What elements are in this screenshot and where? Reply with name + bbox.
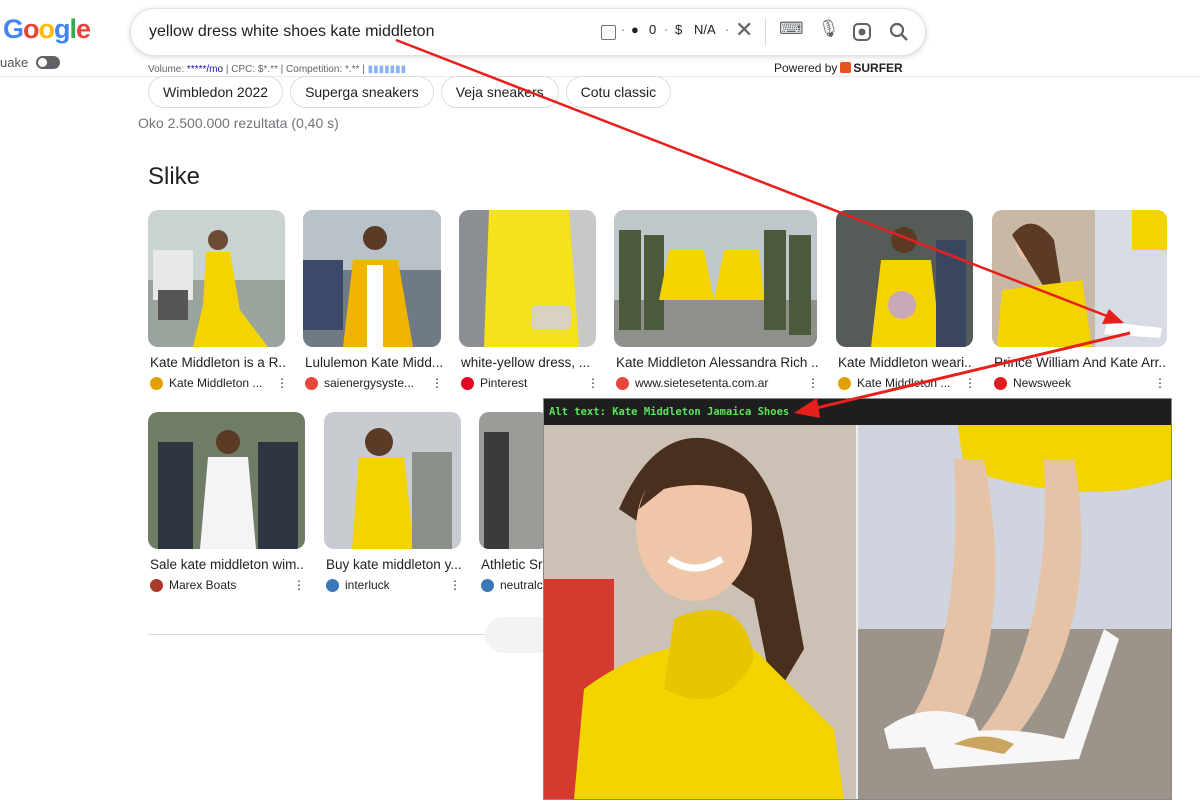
image-source[interactable]: Newsweek	[994, 376, 1071, 390]
volume-value: *****/mo	[186, 64, 224, 75]
image-thumbnail[interactable]	[324, 412, 461, 549]
more-options-icon[interactable]: ⋮	[276, 376, 288, 390]
powered-by: Powered by SURFER	[774, 61, 903, 75]
image-title[interactable]: Kate Middleton weari...	[838, 355, 973, 370]
surfer-brand: SURFER	[853, 61, 903, 75]
trend-bars-icon: ▮▮▮▮▮▮▮	[367, 64, 407, 75]
logo-letter: o	[38, 14, 55, 44]
image-title[interactable]: Lululemon Kate Midd...	[305, 355, 443, 370]
image-thumbnail[interactable]	[614, 210, 817, 347]
more-options-icon[interactable]: ⋮	[1154, 376, 1166, 390]
favicon-icon	[150, 376, 163, 390]
results-count: Oko 2.500.000 rezultata (0,40 s)	[138, 115, 339, 131]
dot-separator: ·	[664, 22, 669, 37]
more-options-icon[interactable]: ⋮	[431, 376, 443, 390]
image-title[interactable]: Kate Middleton is a R...	[150, 355, 285, 370]
image-title[interactable]: Buy kate middleton y...	[326, 557, 461, 572]
favicon-icon	[150, 578, 163, 592]
dot-separator: ·	[725, 22, 730, 37]
alt-text: Alt text: Kate Middleton Jamaica Shoes	[549, 406, 790, 418]
image-title[interactable]: Sale kate middleton wim...	[150, 557, 305, 572]
section-divider	[148, 634, 540, 635]
logo-letter: o	[23, 14, 39, 44]
chip-cotu[interactable]: Cotu classic	[565, 76, 672, 108]
alt-text-bar: Alt text: Kate Middleton Jamaica Shoes	[544, 399, 1171, 425]
image-source[interactable]: www.sietesetenta.com.ar	[616, 376, 768, 390]
logo-letter: g	[54, 14, 70, 44]
dot-separator: ·	[621, 22, 626, 37]
logo-letter: G	[3, 14, 24, 44]
price-value: N/A	[694, 22, 716, 37]
image-source[interactable]: Marex Boats	[150, 578, 236, 592]
search-input[interactable]: yellow dress white shoes kate middleton	[149, 23, 434, 41]
logo-letter: e	[76, 14, 91, 44]
image-source[interactable]: neutralc	[481, 578, 543, 592]
search-icon[interactable]	[889, 22, 909, 42]
google-logo[interactable]: Google	[3, 14, 91, 45]
zoomed-image	[544, 399, 1171, 799]
image-thumbnail[interactable]	[836, 210, 973, 347]
surfer-logo-icon	[840, 62, 852, 73]
source-label: interluck	[345, 578, 390, 592]
zoomed-image-overlay: Alt text: Kate Middleton Jamaica Shoes	[543, 398, 1172, 800]
image-source[interactable]: Pinterest	[461, 376, 527, 390]
image-title[interactable]: Prince William And Kate Arr...	[994, 355, 1167, 370]
more-options-icon[interactable]: ⋮	[293, 578, 305, 592]
coin-count: 0	[649, 22, 657, 37]
powered-label: Powered by	[774, 61, 838, 75]
more-options-icon[interactable]: ⋮	[807, 376, 819, 390]
more-options-icon[interactable]: ⋮	[964, 376, 976, 390]
source-label: saienergysyste...	[324, 376, 415, 390]
image-thumbnail[interactable]	[459, 210, 596, 347]
favicon-icon	[616, 376, 629, 390]
related-chips: Wimbledon 2022 Superga sneakers Veja sne…	[148, 76, 672, 108]
divider	[765, 18, 766, 46]
favicon-icon	[838, 376, 851, 390]
source-label: Pinterest	[480, 376, 528, 390]
favicon-icon	[994, 376, 1007, 390]
microphone-icon[interactable]: 🎙	[818, 19, 840, 39]
quake-label: uake	[0, 55, 29, 70]
favicon-icon	[461, 376, 474, 390]
image-title[interactable]: Kate Middleton Alessandra Rich ...	[616, 355, 819, 370]
image-thumbnail[interactable]	[303, 210, 441, 347]
chip-wimbledon[interactable]: Wimbledon 2022	[148, 76, 284, 108]
source-label: neutralc	[500, 578, 543, 592]
image-source[interactable]: interluck	[326, 578, 390, 592]
image-thumbnail[interactable]	[148, 412, 305, 549]
source-label: www.sietesetenta.com.ar	[635, 376, 769, 390]
keyboard-icon[interactable]: ⌨	[779, 19, 804, 39]
keyword-metrics: Volume: *****/mo | CPC: $*.** | Competit…	[148, 64, 406, 75]
image-source[interactable]: Kate Middleton ...	[838, 376, 950, 390]
image-source[interactable]: Kate Middleton ...	[150, 376, 262, 390]
favicon-icon	[305, 376, 318, 390]
image-source[interactable]: saienergysyste...	[305, 376, 414, 390]
favicon-icon	[326, 578, 339, 592]
more-options-icon[interactable]: ⋮	[587, 376, 599, 390]
quake-toggle[interactable]	[36, 56, 61, 69]
chip-veja[interactable]: Veja sneakers	[440, 76, 559, 108]
image-title[interactable]: Athletic Sr	[481, 557, 545, 572]
chip-superga[interactable]: Superga sneakers	[290, 76, 434, 108]
image-thumbnail[interactable]	[992, 210, 1167, 347]
volume-label: Volume:	[148, 64, 187, 75]
quake-toggle-row: uake	[0, 55, 61, 70]
checkbox[interactable]	[601, 25, 616, 40]
images-heading[interactable]: Slike	[148, 163, 200, 191]
source-label: Marex Boats	[169, 578, 237, 592]
lens-icon[interactable]	[852, 22, 872, 42]
source-label: Newsweek	[1013, 376, 1072, 390]
source-label: Kate Middleton ...	[857, 376, 951, 390]
more-options-icon[interactable]: ⋮	[449, 578, 461, 592]
close-icon[interactable]: ✕	[735, 17, 753, 43]
source-label: Kate Middleton ...	[169, 376, 263, 390]
coin-icon: ●	[631, 22, 639, 37]
image-thumbnail[interactable]	[479, 412, 549, 549]
dollar-icon: $	[675, 22, 683, 37]
cpc-competition: | CPC: $*.** | Competition: *.** |	[223, 64, 368, 75]
image-thumbnail[interactable]	[148, 210, 285, 347]
search-bar[interactable]: yellow dress white shoes kate middleton …	[130, 8, 926, 56]
image-title[interactable]: white-yellow dress, ...	[461, 355, 596, 370]
favicon-icon	[481, 578, 494, 592]
